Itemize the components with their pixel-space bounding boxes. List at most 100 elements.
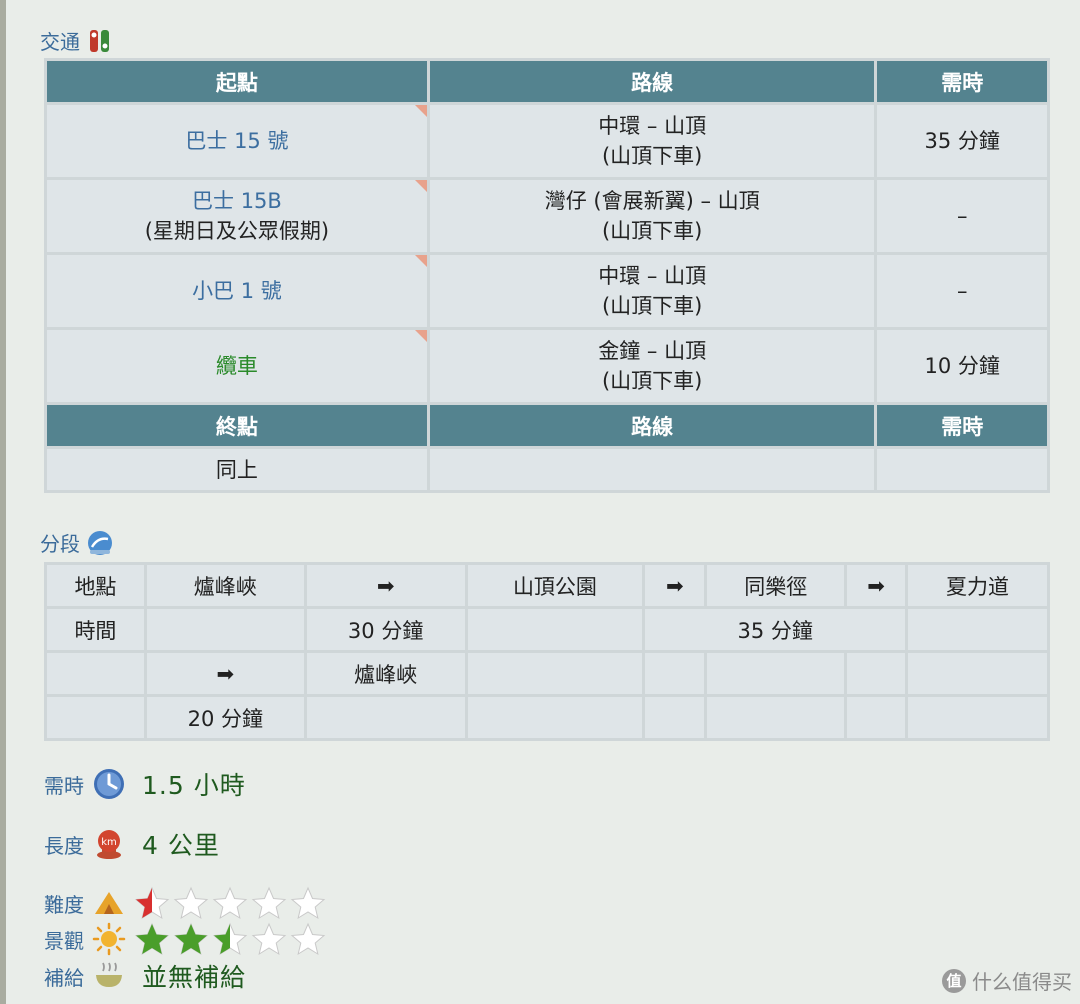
start-label[interactable]: 纜車: [47, 351, 427, 381]
transport-end-header-row: 終點 路線 需時: [44, 402, 1050, 449]
duration-row: 需時 1.5 小時: [44, 766, 246, 802]
location-cell: 夏力道: [905, 562, 1050, 609]
star-empty-icon: [251, 886, 287, 920]
start-label[interactable]: 小巴 1 號: [47, 276, 427, 306]
empty-cell: [464, 694, 646, 741]
traffic-light-icon: [90, 29, 109, 52]
bus-15b-link[interactable]: 巴士 15B (星期日及公眾假期): [44, 177, 430, 255]
left-border: [0, 0, 6, 1004]
bus-15-link[interactable]: 巴士 15 號: [44, 102, 430, 180]
table-row: 巴士 15B (星期日及公眾假期) 灣仔 (會展新翼) – 山頂 (山頂下車) –: [44, 177, 1050, 255]
table-row: 時間 30 分鐘 35 分鐘: [44, 606, 1050, 653]
star-empty-icon: [290, 886, 326, 920]
segments-heading: 分段: [40, 528, 114, 557]
location-row-label: 地點: [44, 562, 147, 609]
route-map-icon: [88, 530, 112, 555]
route-line1: 中環 – 山頂: [598, 114, 707, 138]
arrow-right-icon: ➡: [143, 650, 307, 697]
route-cell: 灣仔 (會展新翼) – 山頂 (山頂下車): [426, 177, 878, 255]
time-cell: 35 分鐘: [874, 102, 1050, 180]
location-cell: 山頂公園: [464, 562, 646, 609]
corner-marker: [414, 180, 427, 192]
peak-tram-link[interactable]: 纜車: [44, 327, 430, 405]
corner-marker: [414, 330, 427, 342]
time-cell: –: [874, 252, 1050, 330]
segment-time-cell: 20 分鐘: [143, 694, 307, 741]
segments-heading-label: 分段: [40, 532, 80, 556]
route-line2: (山頂下車): [601, 144, 703, 168]
segment-time-cell: 35 分鐘: [642, 606, 909, 653]
duration-label: 需時: [44, 773, 84, 798]
bowl-icon: [96, 962, 122, 987]
empty-cell: [704, 650, 848, 697]
route-line2: (山頂下車): [601, 294, 703, 318]
watermark: 值 什么值得买: [942, 966, 1072, 995]
header-route: 路線: [426, 402, 878, 449]
minibus-1-link[interactable]: 小巴 1 號: [44, 252, 430, 330]
table-row: 巴士 15 號 中環 – 山頂 (山頂下車) 35 分鐘: [44, 102, 1050, 180]
difficulty-label: 難度: [44, 892, 84, 917]
star-empty-icon: [251, 922, 287, 956]
transport-heading: 交通: [40, 26, 114, 55]
supply-row: 補給 並無補給: [44, 958, 246, 994]
arrow-right-icon: ➡: [303, 562, 468, 609]
star-empty-icon: [173, 886, 209, 920]
km-badge-icon: km: [97, 830, 121, 859]
location-cell: 爐峰峽: [143, 562, 307, 609]
header-time: 需時: [874, 402, 1050, 449]
time-cell: –: [874, 177, 1050, 255]
empty-cell: [844, 694, 909, 741]
mountain-icon: [95, 892, 123, 914]
length-value: 4 公里: [142, 831, 220, 860]
star-full-icon: [134, 922, 170, 956]
table-row: 20 分鐘: [44, 694, 1050, 741]
table-row: 纜車 金鐘 – 山頂 (山頂下車) 10 分鐘: [44, 327, 1050, 405]
scenery-label: 景觀: [44, 928, 84, 953]
supply-label: 補給: [44, 965, 84, 990]
supply-value: 並無補給: [142, 963, 247, 992]
segments-table: 地點 爐峰峽 ➡ 山頂公園 ➡ 同樂徑 ➡ 夏力道 時間 30 分鐘 35 分鐘…: [44, 562, 1050, 741]
empty-cell: [905, 650, 1050, 697]
difficulty-stars: [134, 886, 326, 920]
clock-icon: [94, 769, 124, 799]
scenery-row: 景觀: [44, 922, 326, 956]
route-line1: 灣仔 (會展新翼) – 山頂: [544, 189, 760, 213]
watermark-badge-icon: 值: [942, 968, 966, 993]
table-row: 小巴 1 號 中環 – 山頂 (山頂下車) –: [44, 252, 1050, 330]
star-empty-icon: [212, 886, 248, 920]
empty-cell: [44, 694, 147, 741]
empty-cell: [464, 606, 646, 653]
length-label: 長度: [44, 833, 84, 858]
table-row: 同上: [44, 446, 1050, 493]
table-row: ➡ 爐峰峽: [44, 650, 1050, 697]
route-line1: 中環 – 山頂: [598, 264, 707, 288]
route-line2: (山頂下車): [601, 369, 703, 393]
end-cell: 同上: [44, 446, 430, 493]
route-line2: (山頂下車): [601, 219, 703, 243]
difficulty-row: 難度: [44, 886, 326, 920]
km-badge-text: km: [101, 837, 117, 848]
segment-time-cell: 30 分鐘: [303, 606, 468, 653]
time-cell: 10 分鐘: [874, 327, 1050, 405]
header-start: 起點: [44, 58, 430, 105]
end-time-cell: [874, 446, 1050, 493]
corner-marker: [414, 105, 427, 117]
location-cell: 爐峰峽: [303, 650, 468, 697]
empty-cell: [642, 650, 708, 697]
header-end: 終點: [44, 402, 430, 449]
start-label[interactable]: 巴士 15B: [47, 186, 427, 216]
watermark-text: 什么值得买: [972, 970, 1072, 994]
star-half-icon: [212, 922, 248, 956]
empty-cell: [905, 606, 1050, 653]
star-full-icon: [173, 922, 209, 956]
route-cell: 金鐘 – 山頂 (山頂下車): [426, 327, 878, 405]
arrow-right-icon: ➡: [642, 562, 708, 609]
start-label[interactable]: 巴士 15 號: [47, 126, 427, 156]
empty-cell: [642, 694, 708, 741]
star-empty-icon: [290, 922, 326, 956]
arrow-right-icon: ➡: [844, 562, 909, 609]
route-cell: 中環 – 山頂 (山頂下車): [426, 252, 878, 330]
sun-icon: [92, 922, 126, 956]
route-line1: 金鐘 – 山頂: [598, 339, 707, 363]
empty-cell: [704, 694, 848, 741]
